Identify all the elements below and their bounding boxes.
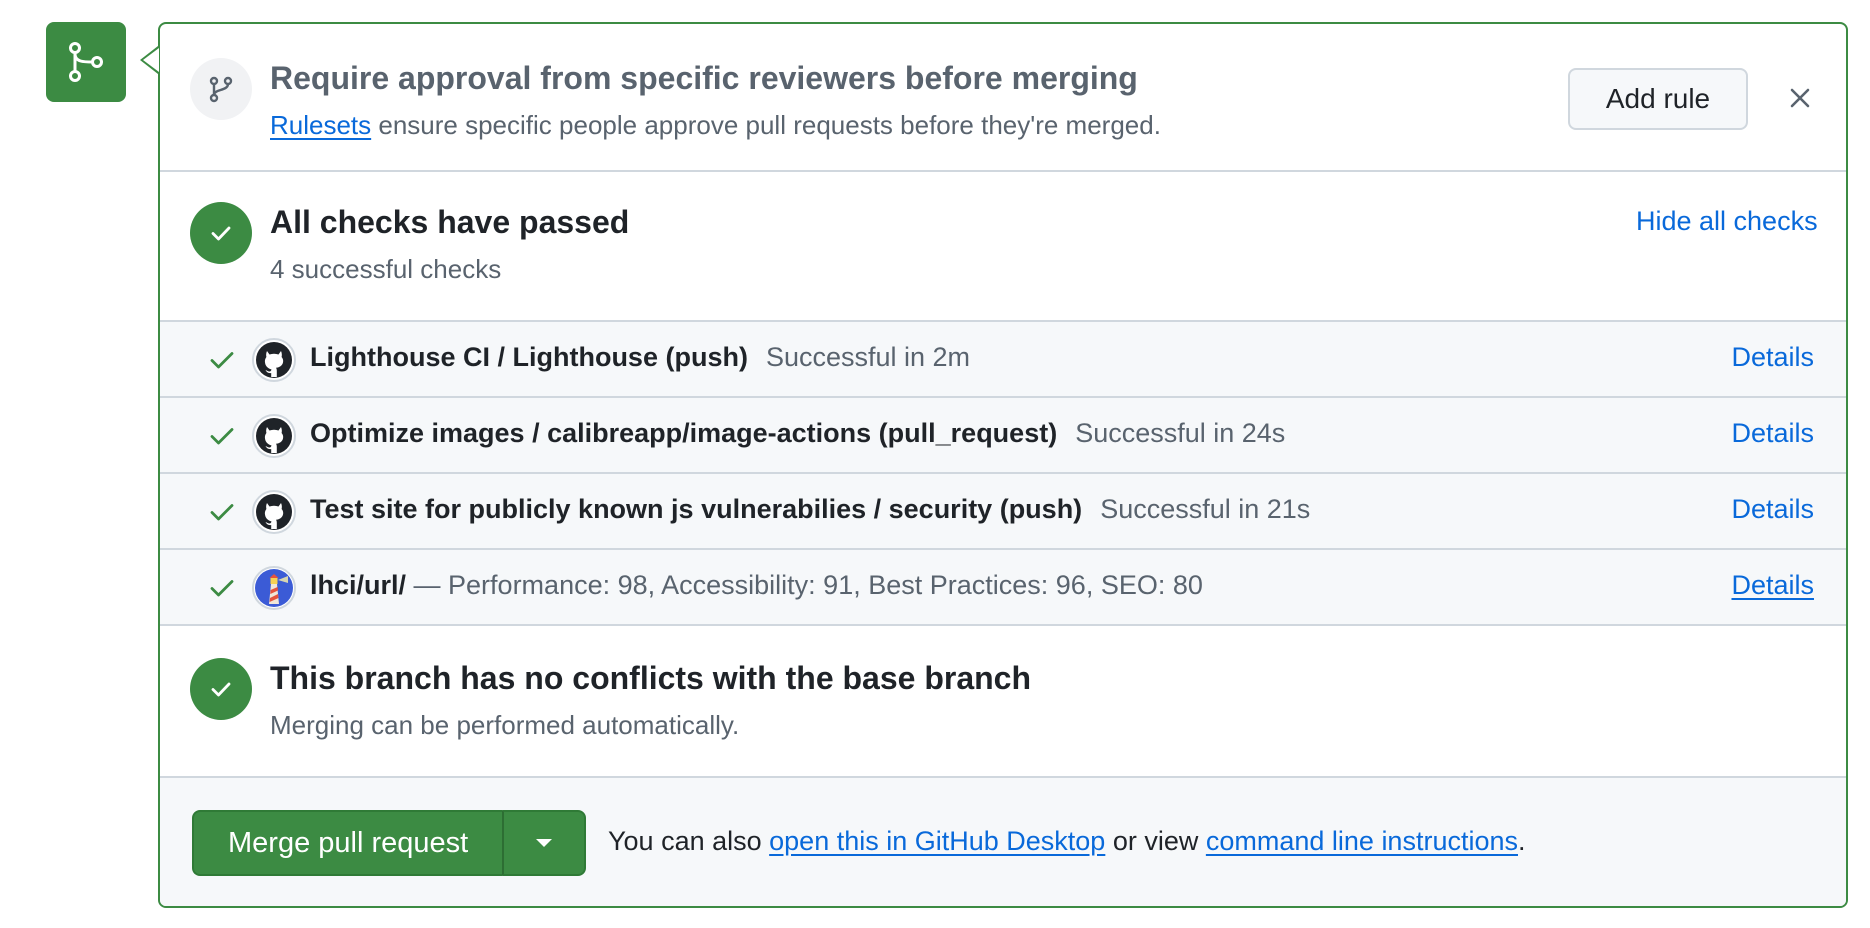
details-link[interactable]: Details bbox=[1731, 570, 1814, 601]
rulesets-link[interactable]: Rulesets bbox=[270, 110, 371, 140]
github-icon bbox=[252, 414, 296, 458]
check-row: Optimize images / calibreapp/image-actio… bbox=[160, 398, 1846, 474]
github-desktop-link[interactable]: open this in GitHub Desktop bbox=[769, 826, 1105, 856]
check-name: Lighthouse CI / Lighthouse (push) bbox=[310, 342, 748, 372]
check-icon bbox=[210, 352, 234, 369]
check-row: Lighthouse CI / Lighthouse (push) Success… bbox=[160, 322, 1846, 398]
close-icon[interactable] bbox=[1782, 80, 1818, 116]
check-icon bbox=[210, 428, 234, 445]
success-check-icon bbox=[190, 658, 252, 720]
details-link[interactable]: Details bbox=[1731, 494, 1814, 525]
check-row: lhci/url/ — Performance: 98, Accessibili… bbox=[160, 550, 1846, 626]
check-status: Successful in 2m bbox=[765, 342, 971, 372]
checks-subtitle: 4 successful checks bbox=[270, 254, 502, 284]
success-check-icon bbox=[190, 202, 252, 264]
ruleset-title: Require approval from specific reviewers… bbox=[270, 60, 1138, 96]
check-status: Successful in 21s bbox=[1100, 494, 1311, 524]
merge-alternatives-note: You can also open this in GitHub Desktop… bbox=[608, 826, 1526, 856]
check-icon bbox=[210, 504, 234, 521]
git-merge-icon bbox=[69, 42, 103, 82]
check-row: Test site for publicly known js vulnerab… bbox=[160, 474, 1846, 550]
merge-pull-request-button[interactable]: Merge pull request bbox=[192, 810, 503, 876]
lighthouse-icon bbox=[252, 566, 296, 610]
check-icon bbox=[210, 580, 234, 597]
check-status: Successful in 24s bbox=[1075, 418, 1286, 448]
panel-pointer-fill bbox=[143, 48, 159, 72]
conflicts-subtitle: Merging can be performed automatically. bbox=[270, 710, 740, 740]
details-link[interactable]: Details bbox=[1731, 418, 1814, 449]
github-icon bbox=[252, 338, 296, 382]
check-name: Optimize images / calibreapp/image-actio… bbox=[310, 418, 1058, 448]
conflicts-title: This branch has no conflicts with the ba… bbox=[270, 660, 1032, 696]
conflicts-status: This branch has no conflicts with the ba… bbox=[160, 626, 1846, 778]
merge-options-dropdown[interactable] bbox=[502, 810, 587, 876]
merge-box: Require approval from specific reviewers… bbox=[158, 22, 1848, 908]
hide-all-checks-link[interactable]: Hide all checks bbox=[1636, 206, 1818, 237]
checks-title: All checks have passed bbox=[270, 204, 630, 240]
check-name: lhci/url/ bbox=[310, 570, 407, 600]
git-branch-icon bbox=[190, 58, 252, 120]
merge-status-badge bbox=[46, 22, 126, 102]
merge-button-group: Merge pull request bbox=[192, 810, 587, 876]
merge-actions: Merge pull request You can also open thi… bbox=[160, 778, 1846, 906]
check-name: Test site for publicly known js vulnerab… bbox=[310, 494, 1083, 524]
command-line-link[interactable]: command line instructions bbox=[1206, 826, 1518, 856]
add-rule-button[interactable]: Add rule bbox=[1568, 68, 1748, 130]
check-scores: — Performance: 98, Accessibility: 91, Be… bbox=[406, 570, 1203, 600]
github-icon bbox=[252, 490, 296, 534]
checks-summary: All checks have passed 4 successful chec… bbox=[160, 172, 1846, 322]
ruleset-description: Rulesets ensure specific people approve … bbox=[270, 110, 1161, 141]
ruleset-description-text: ensure specific people approve pull requ… bbox=[371, 110, 1161, 140]
ruleset-suggestion: Require approval from specific reviewers… bbox=[160, 24, 1846, 172]
caret-down-icon bbox=[536, 839, 553, 847]
details-link[interactable]: Details bbox=[1731, 342, 1814, 373]
